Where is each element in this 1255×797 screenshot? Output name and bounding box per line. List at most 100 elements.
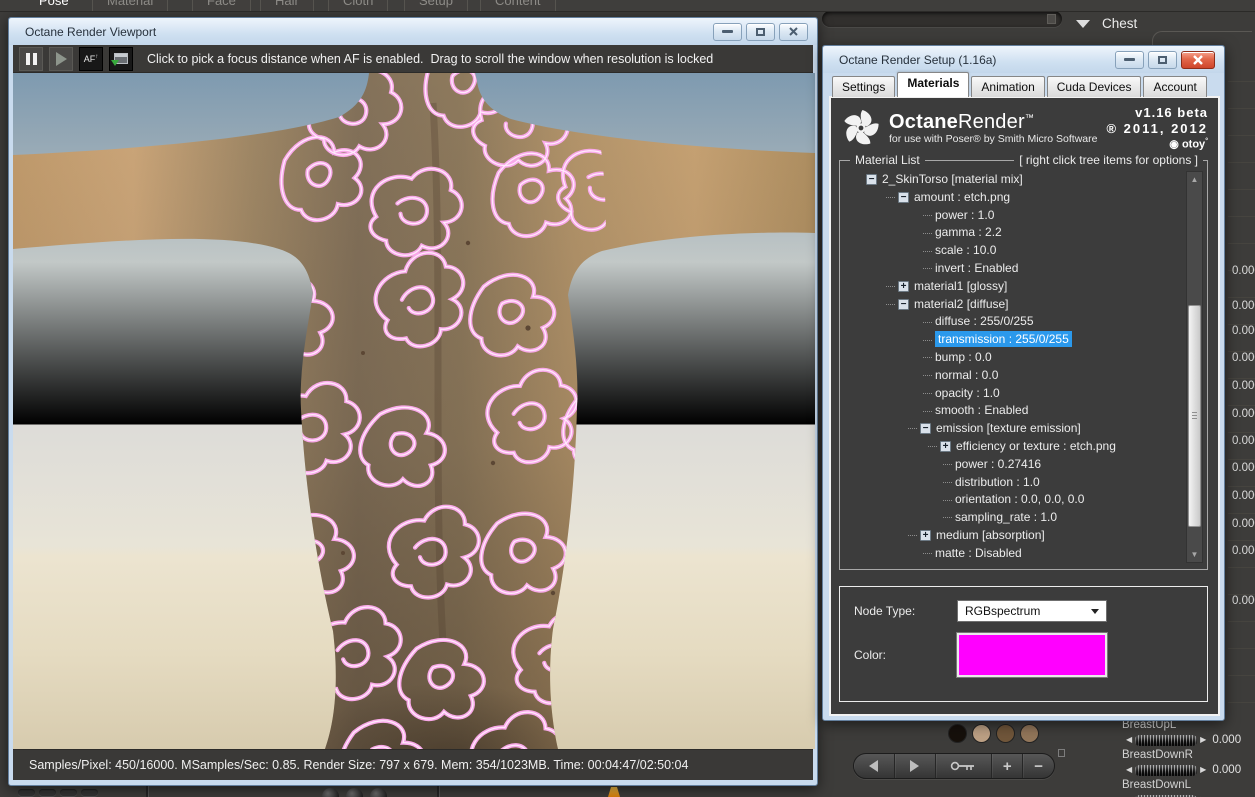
chest-section-header[interactable]: Chest bbox=[1076, 16, 1137, 31]
dial-wheel[interactable] bbox=[1135, 764, 1198, 776]
tree-item-text[interactable]: efficiency or texture : etch.png bbox=[956, 439, 1116, 453]
expand-icon[interactable]: + bbox=[898, 281, 909, 293]
color-swatch-tan[interactable] bbox=[972, 724, 991, 743]
tree-item-text[interactable]: transmission : 255/0/255 bbox=[935, 331, 1072, 348]
scrollbar-thumb[interactable] bbox=[1188, 305, 1201, 527]
viewport-titlebar[interactable]: Octane Render Viewport bbox=[9, 18, 817, 45]
tree-item-scale[interactable]: scale : 10.0 bbox=[846, 242, 1183, 260]
pause-render-button[interactable] bbox=[19, 46, 43, 71]
tree-item-sampling-rate[interactable]: sampling_rate : 1.0 bbox=[846, 509, 1183, 527]
color-swatch-brown[interactable] bbox=[996, 724, 1015, 743]
tree-item-distribution[interactable]: distribution : 1.0 bbox=[846, 474, 1183, 492]
tree-item-text[interactable]: bump : 0.0 bbox=[935, 350, 992, 364]
setup-tab-cuda-devices[interactable]: Cuda Devices bbox=[1046, 76, 1142, 97]
tree-item-text[interactable]: material1 [glossy] bbox=[914, 279, 1007, 293]
setup-tab-account[interactable]: Account bbox=[1143, 76, 1207, 97]
camera-ball-control[interactable] bbox=[346, 788, 363, 797]
setup-titlebar[interactable]: Octane Render Setup (1.16a) bbox=[823, 46, 1224, 73]
node-type-dropdown[interactable]: RGBspectrum bbox=[957, 600, 1107, 622]
camera-ball-control[interactable] bbox=[322, 788, 339, 797]
tree-item-text[interactable]: smooth : Enabled bbox=[935, 403, 1028, 417]
tree-item-transmission[interactable]: transmission : 255/0/255 bbox=[846, 331, 1183, 349]
color-swatch-black[interactable] bbox=[948, 724, 967, 743]
tree-item-amount[interactable]: − amount : etch.png bbox=[846, 189, 1183, 207]
tree-item-text[interactable]: 2_SkinTorso [material mix] bbox=[882, 172, 1023, 186]
groove-knob[interactable] bbox=[1047, 14, 1056, 24]
camera-ball-control[interactable] bbox=[370, 788, 387, 797]
tree-item-material1[interactable]: + material1 [glossy] bbox=[846, 278, 1183, 296]
dial-breastupl[interactable]: ◀ ▶ 0.000 bbox=[1068, 732, 1255, 748]
resume-render-button[interactable] bbox=[49, 46, 73, 71]
top-tab-content[interactable]: Content bbox=[480, 0, 556, 11]
tree-item-text[interactable]: amount : etch.png bbox=[914, 190, 1010, 204]
expand-icon[interactable]: + bbox=[940, 441, 951, 453]
tree-item-emission[interactable]: − emission [texture emission] bbox=[846, 420, 1183, 438]
tree-item-material2[interactable]: − material2 [diffuse] bbox=[846, 296, 1183, 314]
dial-wheel[interactable] bbox=[1135, 734, 1198, 746]
tree-item-text[interactable]: power : 0.27416 bbox=[955, 457, 1041, 471]
dial-left-icon[interactable]: ◀ bbox=[1126, 736, 1132, 744]
top-tab-cloth[interactable]: Cloth bbox=[328, 0, 389, 11]
tree-item-bump[interactable]: bump : 0.0 bbox=[846, 349, 1183, 367]
render-canvas[interactable] bbox=[13, 73, 815, 749]
tree-item-orientation[interactable]: orientation : 0.0, 0.0, 0.0 bbox=[846, 491, 1183, 509]
add-frame-button[interactable]: + bbox=[992, 754, 1024, 778]
top-tab-pose[interactable]: Pose bbox=[24, 0, 84, 11]
tree-item-text[interactable]: orientation : 0.0, 0.0, 0.0 bbox=[955, 492, 1084, 506]
tree-item-text[interactable]: diffuse : 255/0/255 bbox=[935, 314, 1034, 328]
tree-item-smooth[interactable]: smooth : Enabled bbox=[846, 402, 1183, 420]
dial-right-icon[interactable]: ▶ bbox=[1200, 736, 1206, 744]
tree-item-diffuse[interactable]: diffuse : 255/0/255 bbox=[846, 313, 1183, 331]
top-tab-hair[interactable]: Hair bbox=[260, 0, 314, 11]
scroll-up-icon[interactable]: ▲ bbox=[1187, 172, 1202, 187]
tree-item-efficiency-or-texture[interactable]: + efficiency or texture : etch.png bbox=[846, 438, 1183, 456]
timeline-playhead[interactable] bbox=[608, 787, 620, 797]
tree-item-text[interactable]: invert : Enabled bbox=[935, 261, 1018, 275]
tree-item-text[interactable]: material2 [diffuse] bbox=[914, 297, 1009, 311]
tree-item-text[interactable]: scale : 10.0 bbox=[935, 243, 996, 257]
setup-tab-animation[interactable]: Animation bbox=[971, 76, 1045, 97]
collapse-icon[interactable]: − bbox=[898, 298, 909, 310]
tree-item-2-skintorso[interactable]: −2_SkinTorso [material mix] bbox=[846, 171, 1183, 189]
tree-item-power[interactable]: power : 1.0 bbox=[846, 207, 1183, 225]
autofocus-button[interactable]: AF↑ bbox=[79, 46, 103, 71]
minimize-button[interactable] bbox=[1115, 50, 1144, 69]
remove-frame-button[interactable]: − bbox=[1023, 754, 1054, 778]
dial-breastdownl[interactable]: ◀▶ bbox=[1068, 792, 1255, 797]
tree-item-opacity[interactable]: opacity : 1.0 bbox=[846, 385, 1183, 403]
close-button[interactable] bbox=[779, 22, 808, 41]
expand-icon[interactable]: + bbox=[920, 530, 931, 542]
tree-item-power[interactable]: power : 0.27416 bbox=[846, 456, 1183, 474]
color-swatch[interactable] bbox=[956, 632, 1108, 678]
dial-right-icon[interactable]: ▶ bbox=[1200, 766, 1206, 774]
tree-item-medium[interactable]: + medium [absorption] bbox=[846, 527, 1183, 545]
top-tab-face[interactable]: Face bbox=[192, 0, 251, 11]
maximize-button[interactable] bbox=[1148, 50, 1177, 69]
tree-item-text[interactable]: medium [absorption] bbox=[936, 528, 1045, 542]
tree-item-text[interactable]: sampling_rate : 1.0 bbox=[955, 510, 1057, 524]
tree-item-text[interactable]: gamma : 2.2 bbox=[935, 225, 1002, 239]
save-image-button[interactable] bbox=[109, 46, 133, 71]
tree-scrollbar[interactable]: ▲ ▼ bbox=[1186, 171, 1203, 563]
tree-item-text[interactable]: matte : Disabled bbox=[935, 546, 1022, 560]
tree-item-text[interactable]: distribution : 1.0 bbox=[955, 475, 1040, 489]
close-button[interactable] bbox=[1181, 50, 1215, 69]
minimize-button[interactable] bbox=[713, 22, 742, 41]
color-swatch-dark-tan[interactable] bbox=[1020, 724, 1039, 743]
panel-resize-handle[interactable] bbox=[1058, 749, 1065, 757]
tree-item-gamma[interactable]: gamma : 2.2 bbox=[846, 224, 1183, 242]
previous-keyframe-button[interactable] bbox=[854, 754, 895, 778]
setup-tab-settings[interactable]: Settings bbox=[832, 76, 896, 97]
add-keyframe-button[interactable] bbox=[936, 754, 993, 778]
dial-left-icon[interactable]: ◀ bbox=[1126, 766, 1132, 774]
collapse-icon[interactable]: − bbox=[920, 423, 931, 435]
maximize-button[interactable] bbox=[746, 22, 775, 41]
tree-item-matte[interactable]: matte : Disabled bbox=[846, 545, 1183, 563]
top-tab-material[interactable]: Material bbox=[92, 0, 169, 11]
tree-item-text[interactable]: emission [texture emission] bbox=[936, 421, 1081, 435]
next-keyframe-button[interactable] bbox=[895, 754, 936, 778]
top-tab-setup[interactable]: Setup bbox=[404, 0, 468, 11]
setup-tab-materials[interactable]: Materials bbox=[897, 72, 970, 97]
scroll-down-icon[interactable]: ▼ bbox=[1187, 547, 1202, 562]
tree-item-normal[interactable]: normal : 0.0 bbox=[846, 367, 1183, 385]
